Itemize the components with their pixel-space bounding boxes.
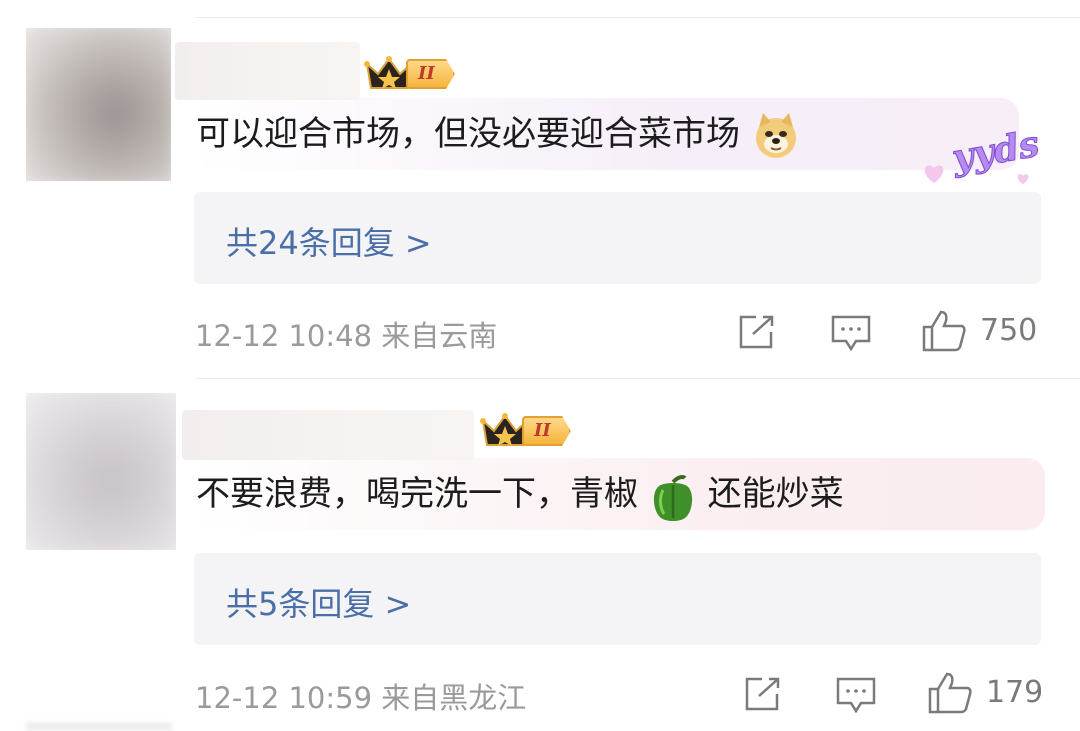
level-badge[interactable]: II	[364, 56, 455, 92]
heart-icon	[924, 165, 944, 183]
comment-divider	[195, 378, 1080, 379]
comment-location: 来自云南	[381, 319, 498, 353]
heart-icon	[1017, 174, 1029, 185]
comment-text[interactable]: 可以迎合市场，但没必要迎合菜市场	[192, 98, 1019, 170]
divider-top	[195, 17, 1080, 18]
view-replies-link[interactable]: 共24条回复 >	[226, 218, 432, 264]
avatar[interactable]	[26, 722, 172, 731]
avatar[interactable]	[26, 28, 171, 181]
like-count: 179	[986, 675, 1044, 710]
comment-meta: 12-12 10:48 来自云南	[195, 313, 497, 355]
comment-time: 12-12 10:48	[195, 319, 373, 353]
avatar[interactable]	[26, 393, 176, 550]
comment-text-body: 可以迎合市场，但没必要迎合菜市场	[196, 114, 740, 154]
like-count: 750	[980, 313, 1038, 348]
comment-icon[interactable]	[835, 676, 877, 714]
comment-text-body-end: 还能炒菜	[707, 474, 844, 514]
comment-location: 来自黑龙江	[381, 681, 527, 715]
green-pepper-icon	[653, 474, 692, 521]
level-badge-label: II	[522, 416, 571, 446]
share-icon[interactable]	[736, 314, 776, 350]
like-icon[interactable]	[921, 309, 967, 353]
username-blurred[interactable]	[182, 410, 474, 460]
view-replies-link[interactable]: 共5条回复 >	[226, 579, 411, 625]
comment-icon[interactable]	[830, 314, 872, 352]
comment-text-body: 不要浪费，喝完洗一下，青椒	[196, 474, 638, 514]
yyds-sticker: yyds	[918, 122, 1043, 190]
sticker-text: yyds	[949, 122, 1043, 180]
doge-face-icon	[755, 112, 796, 158]
level-badge[interactable]: II	[480, 413, 571, 449]
share-icon[interactable]	[742, 676, 782, 712]
username-blurred[interactable]	[175, 42, 360, 100]
comment-text[interactable]: 不要浪费，喝完洗一下，青椒 还能炒菜	[192, 458, 1045, 530]
comment-time: 12-12 10:59	[195, 681, 373, 715]
level-badge-label: II	[406, 59, 455, 89]
like-icon[interactable]	[927, 671, 973, 715]
comment-meta: 12-12 10:59 来自黑龙江	[195, 675, 526, 717]
